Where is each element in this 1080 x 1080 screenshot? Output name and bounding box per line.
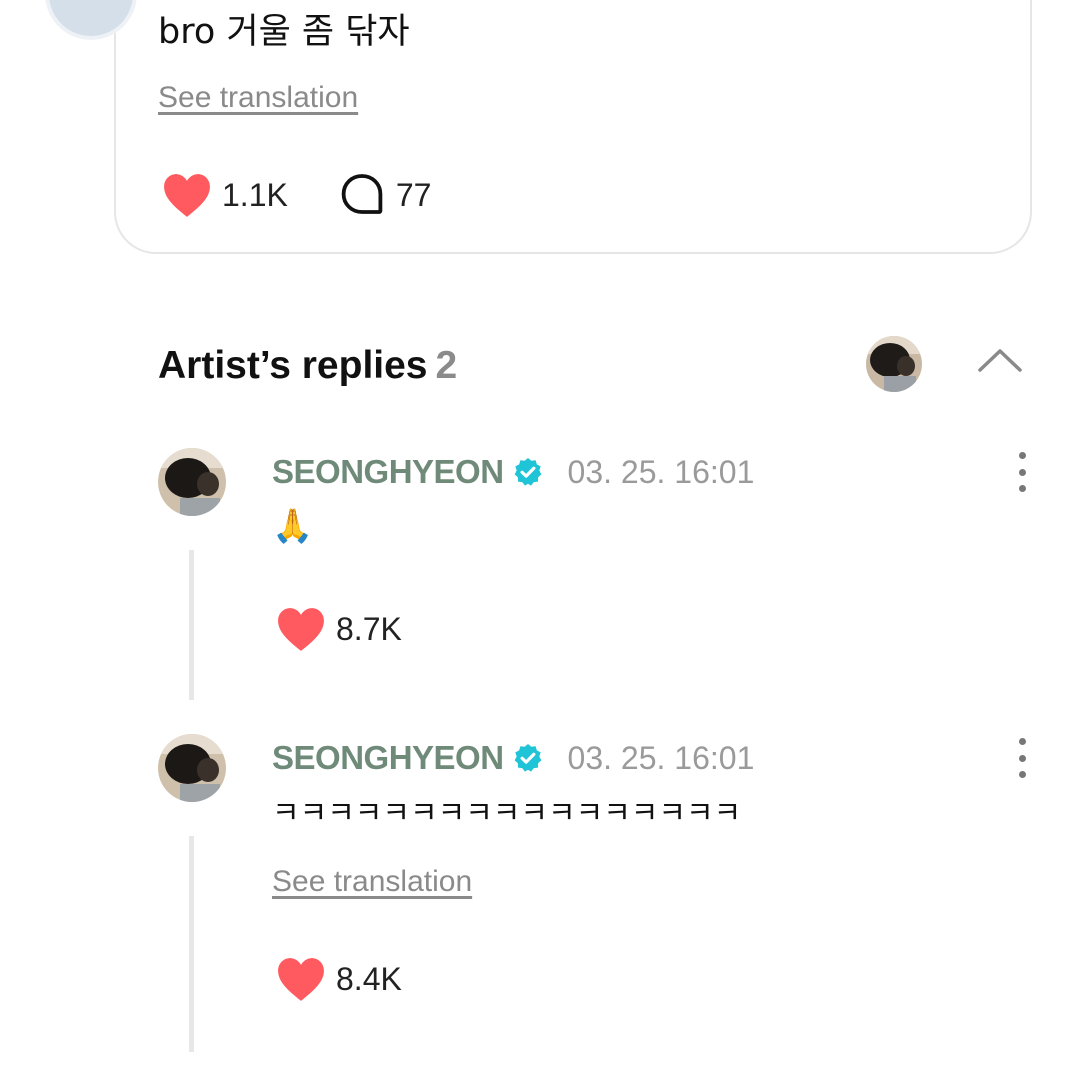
post-comment-button[interactable]: 77 bbox=[338, 171, 432, 219]
reply-header: SEONGHYEON 03. 25. 16:01 bbox=[272, 450, 754, 494]
more-vertical-icon bbox=[1018, 452, 1026, 459]
reply-more-options-button[interactable] bbox=[1010, 452, 1034, 492]
reply-like-button[interactable]: 8.4K bbox=[276, 956, 402, 1002]
artist-replies-label: Artist’s replies bbox=[158, 344, 428, 387]
post-comment-count: 77 bbox=[395, 176, 432, 213]
chevron-up-icon bbox=[978, 349, 1022, 372]
reply-more-options-button[interactable] bbox=[1010, 738, 1034, 778]
reply-author-avatar[interactable] bbox=[158, 448, 226, 516]
reply-author-name[interactable]: SEONGHYEON bbox=[272, 453, 504, 491]
post-stats: 1.1K 77 bbox=[162, 170, 431, 220]
post-text: bro 거울 좀 닦자 bbox=[158, 12, 410, 52]
reply-thread-line bbox=[189, 550, 194, 700]
reply-author-avatar[interactable] bbox=[158, 734, 226, 802]
more-vertical-icon bbox=[1018, 738, 1026, 745]
artist-replies-count: 2 bbox=[435, 344, 458, 387]
heart-icon bbox=[276, 956, 326, 1002]
artist-reply: SEONGHYEON 03. 25. 16:01 ㅋㅋㅋㅋㅋㅋㅋㅋㅋㅋㅋㅋㅋㅋㅋ… bbox=[0, 734, 1080, 1054]
see-translation-link[interactable]: See translation bbox=[272, 864, 472, 900]
reply-like-count: 8.7K bbox=[336, 610, 402, 647]
post-like-button[interactable]: 1.1K bbox=[162, 172, 288, 218]
reply-timestamp: 03. 25. 16:01 bbox=[567, 453, 755, 490]
reply-like-count: 8.4K bbox=[336, 960, 402, 997]
see-translation-link[interactable]: See translation bbox=[158, 80, 358, 116]
comment-bubble-icon bbox=[338, 171, 386, 219]
artist-replies-title: Artist’s replies 2 bbox=[158, 342, 457, 390]
reply-header: SEONGHYEON 03. 25. 16:01 bbox=[272, 736, 754, 780]
artist-avatar[interactable] bbox=[866, 336, 922, 392]
artist-reply: SEONGHYEON 03. 25. 16:01 🙏 8.7K bbox=[0, 448, 1080, 708]
reply-text: ㅋㅋㅋㅋㅋㅋㅋㅋㅋㅋㅋㅋㅋㅋㅋㅋㅋ bbox=[272, 796, 742, 831]
reply-timestamp: 03. 25. 16:01 bbox=[567, 739, 755, 776]
heart-icon bbox=[276, 606, 326, 652]
heart-icon bbox=[162, 172, 212, 218]
verified-badge-icon bbox=[514, 458, 541, 486]
collapse-replies-button[interactable] bbox=[976, 342, 1024, 378]
verified-badge-icon bbox=[514, 744, 541, 772]
reply-like-button[interactable]: 8.7K bbox=[276, 606, 402, 652]
post-like-count: 1.1K bbox=[222, 176, 288, 213]
reply-text: 🙏 bbox=[272, 506, 314, 545]
reply-thread-line bbox=[189, 836, 194, 1052]
reply-author-name[interactable]: SEONGHYEON bbox=[272, 739, 504, 777]
